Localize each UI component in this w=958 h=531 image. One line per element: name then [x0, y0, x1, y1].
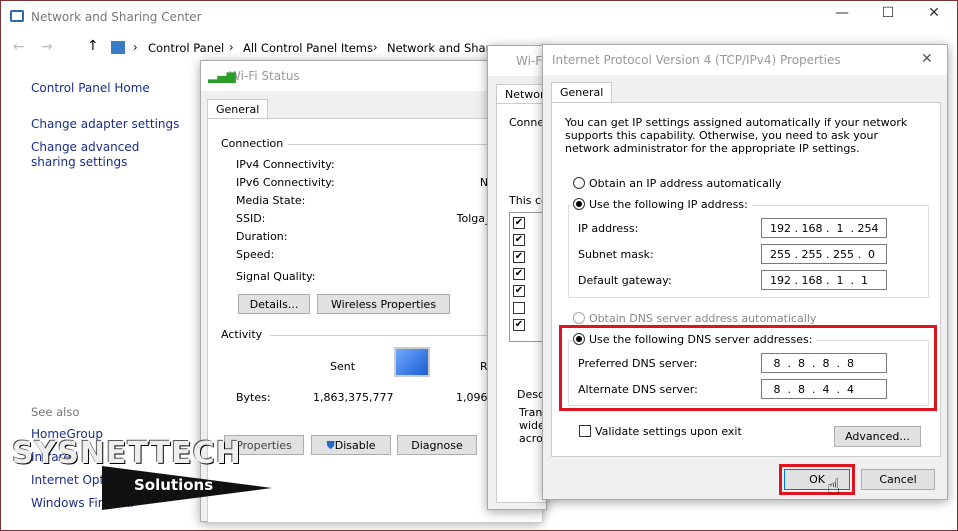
advanced-button[interactable]: Advanced... [834, 426, 921, 447]
dns-highlight-box [559, 325, 937, 411]
nav-change-adapter[interactable]: Change adapter settings [31, 117, 179, 131]
validate-label: Validate settings upon exit [595, 425, 742, 438]
minimize-button[interactable]: — [827, 5, 857, 27]
description-text: wide [519, 419, 545, 432]
ipv4-properties-dialog: Internet Protocol Version 4 (TCP/IPv4) P… [542, 44, 948, 500]
default-gateway-label: Default gateway: [578, 274, 672, 287]
radio-icon [573, 177, 585, 189]
obtain-ip-label: Obtain an IP address automatically [589, 177, 782, 190]
description-text: acro [519, 432, 543, 445]
tab-general[interactable]: General [551, 82, 613, 102]
subnet-mask-label: Subnet mask: [578, 248, 654, 261]
cancel-button[interactable]: Cancel [861, 469, 935, 490]
description-text: Tran [519, 406, 543, 419]
status-row-label: Media State: [236, 194, 306, 207]
chevron-right-icon: › [373, 40, 378, 54]
obtain-dns-label: Obtain DNS server address automatically [589, 312, 817, 325]
close-button[interactable]: ✕ [919, 5, 949, 27]
use-ip-label: Use the following IP address: [589, 198, 748, 211]
breadcrumb-all-items[interactable]: All Control Panel Items [243, 41, 373, 55]
obtain-dns-radio[interactable]: Obtain DNS server address automatically [573, 312, 816, 325]
component-checkbox[interactable]: ✔ [513, 234, 525, 246]
tab-general[interactable]: General [207, 99, 269, 119]
disable-button[interactable]: ⛊Disable [311, 435, 391, 455]
dialog-title: Internet Protocol Version 4 (TCP/IPv4) P… [543, 45, 947, 75]
connection-heading: Connection [221, 137, 284, 150]
status-row-label: Speed: [236, 248, 275, 261]
radio-icon [573, 198, 585, 210]
subnet-mask-field[interactable]: 255 . 255 . 255 . 0 [761, 244, 887, 264]
component-checkbox[interactable]: ✔ [513, 217, 525, 229]
ip-address-label: IP address: [578, 222, 639, 235]
default-gateway-field[interactable]: 192 . 168 . 1 . 1 [761, 270, 887, 290]
validate-checkbox[interactable] [579, 425, 591, 437]
status-row-label: IPv6 Connectivity: [236, 176, 335, 189]
component-checkbox[interactable]: ✔ [513, 251, 525, 263]
diagnose-button[interactable]: Diagnose [397, 435, 477, 455]
bytes-sent: 1,863,375,777 [313, 391, 394, 404]
breadcrumb-control-panel[interactable]: Control Panel [148, 41, 224, 55]
bytes-label: Bytes: [236, 391, 271, 404]
disable-label: Disable [334, 439, 376, 452]
activity-heading: Activity [221, 328, 263, 341]
tab-networking[interactable]: Networki [496, 84, 546, 104]
status-row-label: SSID: [236, 212, 266, 225]
ip-address-field[interactable]: 192 . 168 . 1 . 254 [761, 218, 887, 238]
component-checkbox[interactable]: ✔ [513, 285, 525, 297]
sysnettech-logo: SYSNETTECH Solutions [12, 436, 312, 516]
back-icon[interactable]: ← [13, 39, 25, 55]
component-checkbox[interactable]: ✔ [513, 268, 525, 280]
use-ip-radio[interactable]: Use the following IP address: [573, 198, 752, 211]
dialog-title: Wi-Fi [488, 46, 546, 76]
description-heading: Desc [517, 388, 545, 401]
networking-panel: Connec This co ✔ ✔ ✔ ✔ ✔ ✔ Desc Tran wide acr… [496, 103, 546, 503]
ok-highlight-box [779, 464, 855, 495]
nav-control-panel-home[interactable]: Control Panel Home [31, 81, 150, 95]
chevron-right-icon: › [229, 40, 234, 54]
close-button[interactable]: ✕ [921, 51, 933, 67]
wifi-properties-dialog: Wi-Fi Networki Connec This co ✔✔✔✔✔✔ Des… [487, 45, 547, 510]
component-checkbox[interactable]: ✔ [513, 319, 525, 331]
radio-icon [573, 312, 585, 324]
details-button[interactable]: Details... [238, 294, 310, 314]
network-computers-icon [394, 347, 430, 377]
logo-sub: Solutions [134, 476, 214, 494]
sent-label: Sent [330, 360, 356, 373]
wireless-properties-button[interactable]: Wireless Properties [317, 294, 450, 314]
hand-cursor-icon: ☝ [827, 475, 841, 500]
status-row-label: Duration: [236, 230, 288, 243]
control-panel-icon [111, 41, 125, 54]
window-title: Network and Sharing Center [31, 10, 202, 24]
network-icon [10, 10, 24, 22]
nav-change-advanced-sharing[interactable]: Change advanced sharing settings [31, 140, 181, 170]
breadcrumb-network-center[interactable]: Network and Sharing Center [387, 41, 487, 55]
up-icon[interactable]: ↑ [87, 38, 99, 54]
see-also-heading: See also [31, 405, 80, 419]
status-row-label: IPv4 Connectivity: [236, 158, 335, 171]
chevron-right-icon: › [133, 40, 138, 54]
forward-icon[interactable]: → [41, 39, 53, 55]
obtain-ip-radio[interactable]: Obtain an IP address automatically [573, 177, 782, 190]
signal-icon: ▂▄▆ [208, 69, 236, 83]
maximize-button[interactable]: ☐ [873, 5, 903, 27]
component-checkbox[interactable] [513, 302, 525, 314]
intro-text: You can get IP settings assigned automat… [565, 116, 908, 155]
shield-icon: ⛊ [326, 439, 335, 452]
signal-quality-label: Signal Quality: [236, 270, 316, 283]
general-panel: You can get IP settings assigned automat… [551, 102, 941, 457]
